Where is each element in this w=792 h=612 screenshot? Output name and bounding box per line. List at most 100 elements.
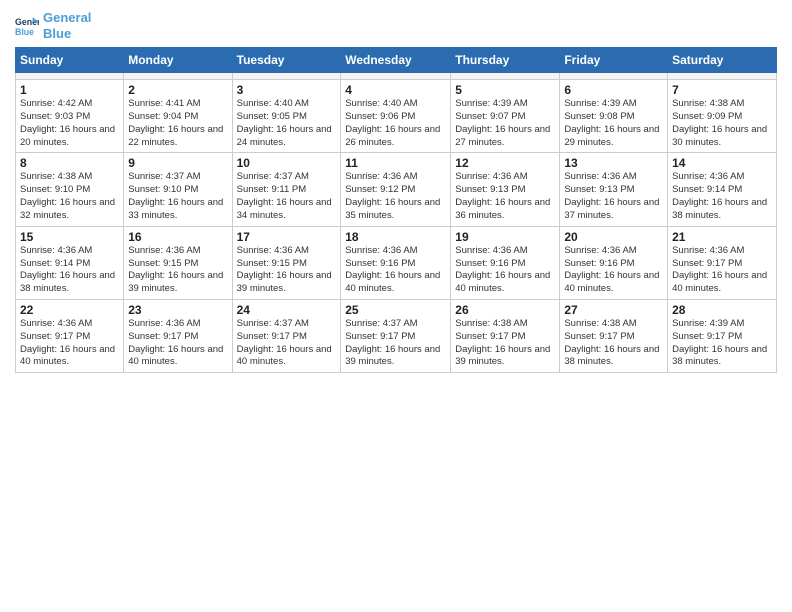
col-tuesday: Tuesday (232, 48, 341, 73)
col-friday: Friday (560, 48, 668, 73)
day-info: Sunrise: 4:40 AM Sunset: 9:06 PM Dayligh… (345, 98, 446, 149)
day-number: 22 (20, 303, 119, 317)
table-row: 1Sunrise: 4:42 AM Sunset: 9:03 PM Daylig… (16, 80, 124, 153)
table-row (451, 73, 560, 80)
logo-icon: General Blue (15, 14, 39, 38)
table-row: 19Sunrise: 4:36 AM Sunset: 9:16 PM Dayli… (451, 226, 560, 299)
day-number: 24 (237, 303, 337, 317)
col-saturday: Saturday (668, 48, 777, 73)
day-info: Sunrise: 4:36 AM Sunset: 9:13 PM Dayligh… (455, 171, 555, 222)
day-number: 4 (345, 83, 446, 97)
day-info: Sunrise: 4:40 AM Sunset: 9:05 PM Dayligh… (237, 98, 337, 149)
table-row (16, 73, 124, 80)
day-info: Sunrise: 4:36 AM Sunset: 9:12 PM Dayligh… (345, 171, 446, 222)
day-info: Sunrise: 4:38 AM Sunset: 9:17 PM Dayligh… (564, 318, 663, 369)
day-number: 27 (564, 303, 663, 317)
day-info: Sunrise: 4:36 AM Sunset: 9:16 PM Dayligh… (345, 245, 446, 296)
table-row: 9Sunrise: 4:37 AM Sunset: 9:10 PM Daylig… (124, 153, 232, 226)
day-info: Sunrise: 4:38 AM Sunset: 9:10 PM Dayligh… (20, 171, 119, 222)
day-info: Sunrise: 4:37 AM Sunset: 9:10 PM Dayligh… (128, 171, 227, 222)
table-row: 18Sunrise: 4:36 AM Sunset: 9:16 PM Dayli… (341, 226, 451, 299)
table-row: 28Sunrise: 4:39 AM Sunset: 9:17 PM Dayli… (668, 299, 777, 372)
day-info: Sunrise: 4:36 AM Sunset: 9:15 PM Dayligh… (237, 245, 337, 296)
day-info: Sunrise: 4:38 AM Sunset: 9:17 PM Dayligh… (455, 318, 555, 369)
table-row: 21Sunrise: 4:36 AM Sunset: 9:17 PM Dayli… (668, 226, 777, 299)
day-number: 26 (455, 303, 555, 317)
table-row: 10Sunrise: 4:37 AM Sunset: 9:11 PM Dayli… (232, 153, 341, 226)
day-info: Sunrise: 4:36 AM Sunset: 9:15 PM Dayligh… (128, 245, 227, 296)
table-row: 5Sunrise: 4:39 AM Sunset: 9:07 PM Daylig… (451, 80, 560, 153)
table-row: 24Sunrise: 4:37 AM Sunset: 9:17 PM Dayli… (232, 299, 341, 372)
calendar-table: Sunday Monday Tuesday Wednesday Thursday… (15, 47, 777, 373)
table-row (124, 73, 232, 80)
calendar-header-row: Sunday Monday Tuesday Wednesday Thursday… (16, 48, 777, 73)
table-row: 13Sunrise: 4:36 AM Sunset: 9:13 PM Dayli… (560, 153, 668, 226)
svg-text:General: General (15, 17, 39, 27)
day-info: Sunrise: 4:37 AM Sunset: 9:17 PM Dayligh… (345, 318, 446, 369)
table-row: 16Sunrise: 4:36 AM Sunset: 9:15 PM Dayli… (124, 226, 232, 299)
table-row: 26Sunrise: 4:38 AM Sunset: 9:17 PM Dayli… (451, 299, 560, 372)
day-info: Sunrise: 4:42 AM Sunset: 9:03 PM Dayligh… (20, 98, 119, 149)
table-row: 2Sunrise: 4:41 AM Sunset: 9:04 PM Daylig… (124, 80, 232, 153)
day-number: 19 (455, 230, 555, 244)
table-row: 4Sunrise: 4:40 AM Sunset: 9:06 PM Daylig… (341, 80, 451, 153)
day-number: 18 (345, 230, 446, 244)
table-row: 14Sunrise: 4:36 AM Sunset: 9:14 PM Dayli… (668, 153, 777, 226)
table-row: 3Sunrise: 4:40 AM Sunset: 9:05 PM Daylig… (232, 80, 341, 153)
day-number: 1 (20, 83, 119, 97)
day-number: 28 (672, 303, 772, 317)
day-number: 15 (20, 230, 119, 244)
table-row: 27Sunrise: 4:38 AM Sunset: 9:17 PM Dayli… (560, 299, 668, 372)
calendar-week-4: 15Sunrise: 4:36 AM Sunset: 9:14 PM Dayli… (16, 226, 777, 299)
day-number: 16 (128, 230, 227, 244)
day-number: 21 (672, 230, 772, 244)
table-row: 8Sunrise: 4:38 AM Sunset: 9:10 PM Daylig… (16, 153, 124, 226)
header: General Blue GeneralBlue (15, 10, 777, 41)
table-row: 6Sunrise: 4:39 AM Sunset: 9:08 PM Daylig… (560, 80, 668, 153)
table-row: 7Sunrise: 4:38 AM Sunset: 9:09 PM Daylig… (668, 80, 777, 153)
day-number: 8 (20, 156, 119, 170)
calendar-week-3: 8Sunrise: 4:38 AM Sunset: 9:10 PM Daylig… (16, 153, 777, 226)
day-number: 2 (128, 83, 227, 97)
day-number: 10 (237, 156, 337, 170)
table-row: 15Sunrise: 4:36 AM Sunset: 9:14 PM Dayli… (16, 226, 124, 299)
day-number: 3 (237, 83, 337, 97)
table-row: 11Sunrise: 4:36 AM Sunset: 9:12 PM Dayli… (341, 153, 451, 226)
table-row: 22Sunrise: 4:36 AM Sunset: 9:17 PM Dayli… (16, 299, 124, 372)
day-number: 20 (564, 230, 663, 244)
table-row: 23Sunrise: 4:36 AM Sunset: 9:17 PM Dayli… (124, 299, 232, 372)
day-info: Sunrise: 4:41 AM Sunset: 9:04 PM Dayligh… (128, 98, 227, 149)
page: General Blue GeneralBlue Sunday Monday T… (0, 0, 792, 612)
day-number: 12 (455, 156, 555, 170)
calendar-week-2: 1Sunrise: 4:42 AM Sunset: 9:03 PM Daylig… (16, 80, 777, 153)
day-number: 23 (128, 303, 227, 317)
day-number: 17 (237, 230, 337, 244)
day-info: Sunrise: 4:36 AM Sunset: 9:16 PM Dayligh… (564, 245, 663, 296)
svg-text:Blue: Blue (15, 26, 34, 36)
table-row: 25Sunrise: 4:37 AM Sunset: 9:17 PM Dayli… (341, 299, 451, 372)
logo: General Blue GeneralBlue (15, 10, 91, 41)
logo-text: GeneralBlue (43, 10, 91, 41)
day-number: 7 (672, 83, 772, 97)
day-info: Sunrise: 4:36 AM Sunset: 9:17 PM Dayligh… (20, 318, 119, 369)
day-info: Sunrise: 4:39 AM Sunset: 9:08 PM Dayligh… (564, 98, 663, 149)
day-info: Sunrise: 4:36 AM Sunset: 9:16 PM Dayligh… (455, 245, 555, 296)
calendar-week-5: 22Sunrise: 4:36 AM Sunset: 9:17 PM Dayli… (16, 299, 777, 372)
day-number: 5 (455, 83, 555, 97)
day-info: Sunrise: 4:39 AM Sunset: 9:07 PM Dayligh… (455, 98, 555, 149)
col-sunday: Sunday (16, 48, 124, 73)
day-info: Sunrise: 4:37 AM Sunset: 9:17 PM Dayligh… (237, 318, 337, 369)
table-row: 20Sunrise: 4:36 AM Sunset: 9:16 PM Dayli… (560, 226, 668, 299)
day-number: 9 (128, 156, 227, 170)
day-info: Sunrise: 4:36 AM Sunset: 9:17 PM Dayligh… (672, 245, 772, 296)
table-row (668, 73, 777, 80)
table-row: 12Sunrise: 4:36 AM Sunset: 9:13 PM Dayli… (451, 153, 560, 226)
day-number: 25 (345, 303, 446, 317)
col-thursday: Thursday (451, 48, 560, 73)
table-row (560, 73, 668, 80)
day-info: Sunrise: 4:36 AM Sunset: 9:14 PM Dayligh… (20, 245, 119, 296)
day-number: 11 (345, 156, 446, 170)
day-info: Sunrise: 4:36 AM Sunset: 9:13 PM Dayligh… (564, 171, 663, 222)
day-number: 13 (564, 156, 663, 170)
col-wednesday: Wednesday (341, 48, 451, 73)
